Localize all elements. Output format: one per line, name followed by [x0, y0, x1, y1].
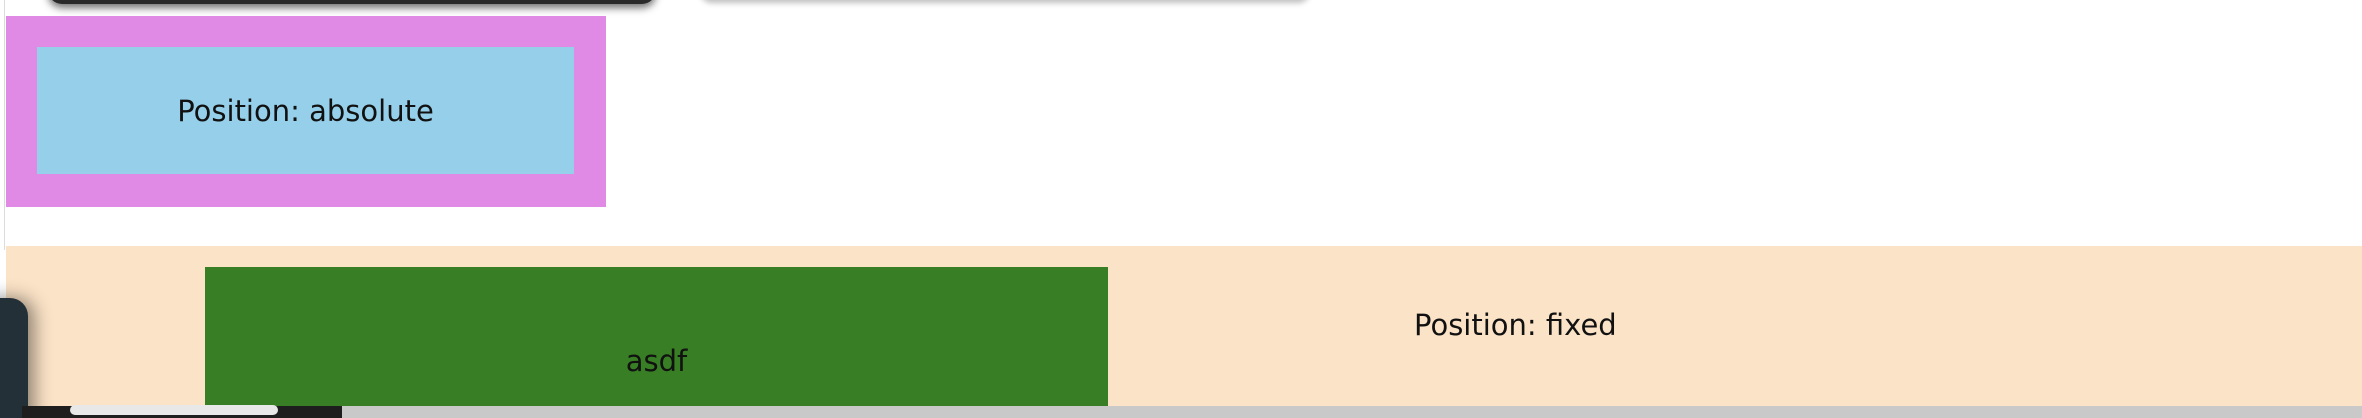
left-edge-divider: [4, 0, 5, 250]
fixed-position-label: Position: fixed: [1414, 308, 1617, 342]
green-box-label: asdf: [625, 343, 688, 378]
absolute-position-container: Position: absolute: [6, 16, 606, 207]
bottom-scroll-pill[interactable]: [70, 405, 278, 415]
absolute-position-label: Position: absolute: [177, 93, 434, 128]
bottom-scrollbar-track[interactable]: [342, 406, 2362, 418]
absolute-position-box: Position: absolute: [37, 47, 574, 174]
green-content-box: asdf: [205, 267, 1108, 418]
overlay-device-edge: [0, 298, 28, 418]
window-edge-dark: [48, 0, 656, 4]
fixed-position-bar: asdf Position: fixed: [6, 246, 2362, 418]
